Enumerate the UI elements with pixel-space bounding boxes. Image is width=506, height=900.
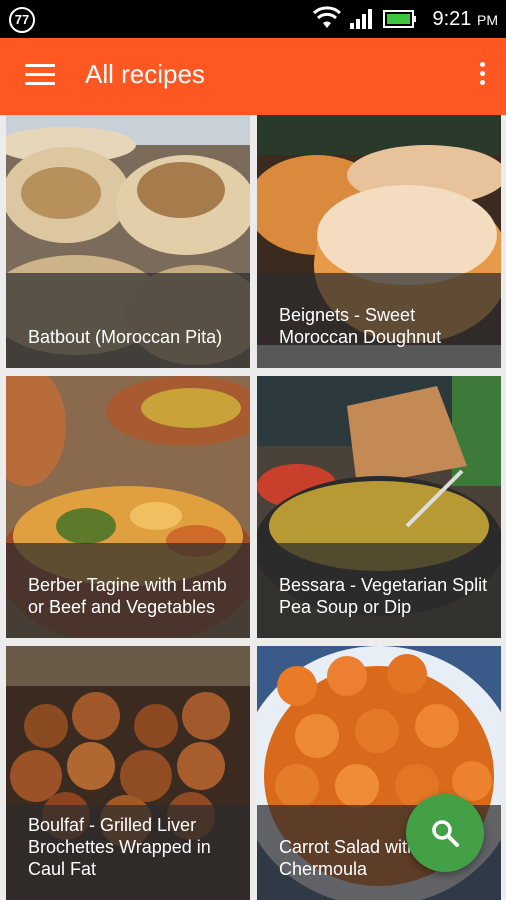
overflow-menu-icon[interactable]: [472, 62, 492, 92]
recipe-title: Bessara - Vegetarian Split Pea Soup or D…: [279, 575, 488, 617]
recipe-title: Batbout (Moroccan Pita): [28, 327, 223, 347]
recipe-title: Berber Tagine with Lamb or Beef and Vege…: [28, 575, 227, 617]
recipe-caption: Berber Tagine with Lamb or Beef and Vege…: [6, 543, 250, 638]
recipe-card[interactable]: Berber Tagine with Lamb or Beef and Vege…: [6, 376, 250, 638]
page-title: All recipes: [85, 59, 205, 89]
recipe-grid: Batbout (Moroccan Pita) Beignets - Sweet…: [0, 115, 506, 900]
recipe-card[interactable]: Bessara - Vegetarian Split Pea Soup or D…: [257, 376, 501, 638]
recipe-title: Boulfaf - Grilled Liver Brochettes Wrapp…: [28, 815, 211, 879]
app-bar: All recipes: [0, 38, 506, 115]
recipe-card[interactable]: Boulfaf - Grilled Liver Brochettes Wrapp…: [6, 646, 250, 900]
status-bar: 77 9:21 PM: [0, 0, 506, 38]
recipe-card[interactable]: Beignets - Sweet Moroccan Doughnut: [257, 115, 501, 368]
notification-badge: 77: [9, 7, 35, 33]
recipe-caption: Batbout (Moroccan Pita): [6, 273, 250, 368]
signal-icon: [350, 9, 372, 29]
search-button[interactable]: [406, 794, 484, 872]
recipe-title: Beignets - Sweet Moroccan Doughnut: [279, 305, 442, 347]
recipe-caption: Boulfaf - Grilled Liver Brochettes Wrapp…: [6, 805, 250, 900]
menu-icon[interactable]: [25, 64, 55, 88]
battery-icon: [383, 10, 416, 28]
recipe-caption: Bessara - Vegetarian Split Pea Soup or D…: [257, 543, 501, 638]
clock-time: 9:21: [432, 8, 472, 30]
clock-ampm: PM: [477, 12, 498, 28]
clock: 9:21 PM: [433, 8, 499, 31]
recipe-caption: Beignets - Sweet Moroccan Doughnut: [257, 273, 501, 368]
recipe-card[interactable]: Batbout (Moroccan Pita): [6, 115, 250, 368]
wifi-icon: [312, 6, 342, 28]
search-icon: [432, 820, 459, 847]
